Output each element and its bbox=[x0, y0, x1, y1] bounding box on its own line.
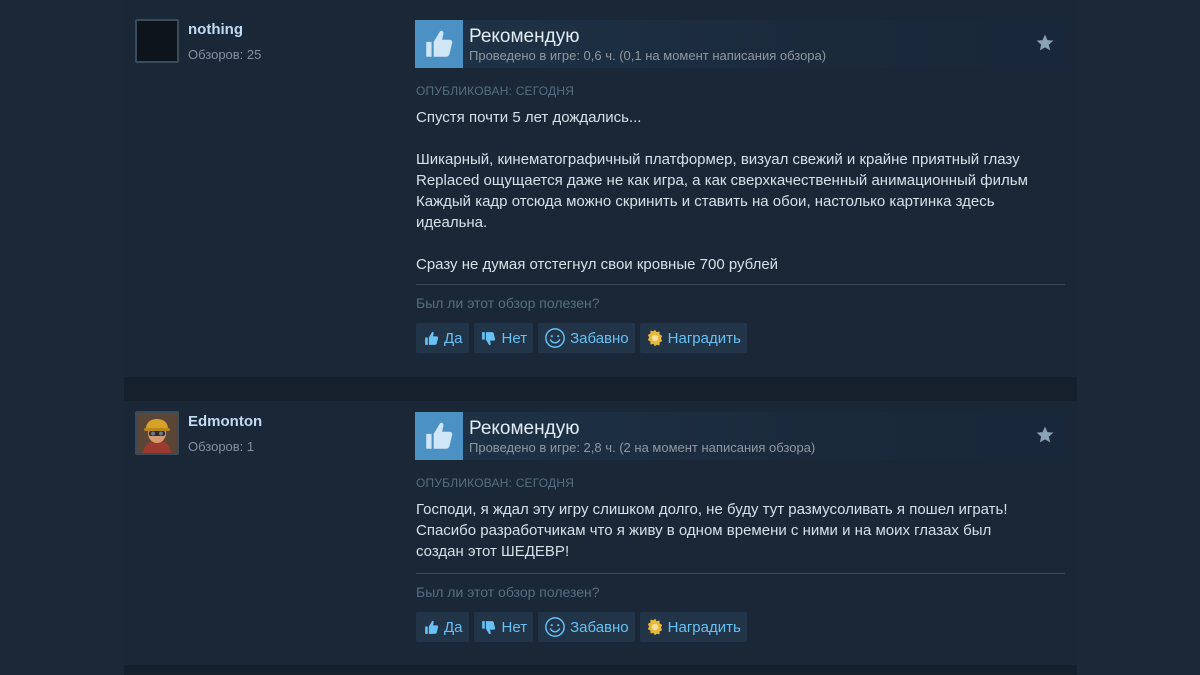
smiley-icon bbox=[544, 616, 566, 638]
star-icon[interactable] bbox=[1035, 33, 1055, 53]
review-line: Replaced ощущается даже не как игра, а к… bbox=[416, 172, 1028, 189]
thumbs-down-icon bbox=[480, 618, 498, 636]
funny-button[interactable]: Забавно bbox=[538, 323, 635, 353]
funny-label: Забавно bbox=[570, 329, 629, 347]
yes-label: Да bbox=[444, 618, 463, 636]
thumbs-up-icon bbox=[426, 422, 453, 449]
vote-header: Рекомендую Проведено в игре: 2,8 ч. (2 н… bbox=[415, 412, 1065, 460]
divider bbox=[416, 573, 1065, 574]
review-body: Спустя почти 5 лет дождались... Шикарный… bbox=[416, 107, 1066, 275]
thumbs-up-icon bbox=[422, 618, 440, 636]
review-line: Господи, я ждал эту игру слишком долго, … bbox=[416, 501, 1008, 518]
divider bbox=[416, 284, 1065, 285]
review-line: идеальна. bbox=[416, 214, 488, 231]
helpful-question: Был ли этот обзор полезен? bbox=[416, 584, 600, 600]
award-icon bbox=[646, 618, 664, 636]
review-line: Спасибо разработчикам что я живу в одном… bbox=[416, 522, 992, 539]
rating-buttons: Да Нет Забавно Наградить bbox=[416, 323, 747, 353]
username[interactable]: Edmonton bbox=[188, 413, 262, 430]
hours-played: Проведено в игре: 2,8 ч. (2 на момент на… bbox=[469, 440, 816, 455]
avatar-engineer-image bbox=[137, 413, 177, 453]
posted-date: ОПУБЛИКОВАН: СЕГОДНЯ bbox=[416, 84, 575, 98]
award-button[interactable]: Наградить bbox=[639, 612, 747, 642]
award-icon bbox=[646, 329, 664, 347]
helpful-question: Был ли этот обзор полезен? bbox=[416, 295, 600, 311]
no-button[interactable]: Нет bbox=[473, 612, 534, 642]
thumbs-up-icon bbox=[422, 329, 440, 347]
smiley-icon bbox=[544, 327, 566, 349]
yes-button[interactable]: Да bbox=[416, 323, 469, 353]
no-label: Нет bbox=[501, 329, 528, 347]
review-card: Edmonton Обзоров: 1 Рекомендую Проведено… bbox=[124, 401, 1077, 665]
funny-button[interactable]: Забавно bbox=[538, 612, 635, 642]
thumbs-down-icon bbox=[480, 329, 498, 347]
review-separator bbox=[124, 377, 1077, 401]
rating-buttons: Да Нет Забавно Наградить bbox=[416, 612, 747, 642]
vote-header: Рекомендую Проведено в игре: 0,6 ч. (0,1… bbox=[415, 20, 1065, 68]
thumbs-up-badge bbox=[415, 20, 463, 68]
star-icon[interactable] bbox=[1035, 425, 1055, 445]
review-card: nothing Обзоров: 25 Рекомендую Проведено… bbox=[124, 0, 1077, 377]
posted-date: ОПУБЛИКОВАН: СЕГОДНЯ bbox=[416, 476, 575, 490]
review-line: создан этот ШЕДЕВР! bbox=[416, 543, 570, 560]
award-button[interactable]: Наградить bbox=[639, 323, 747, 353]
review-body: Господи, я ждал эту игру слишком долго, … bbox=[416, 499, 1066, 562]
thumbs-up-icon bbox=[426, 30, 453, 57]
review-count[interactable]: Обзоров: 1 bbox=[188, 439, 254, 454]
funny-label: Забавно bbox=[570, 618, 629, 636]
username[interactable]: nothing bbox=[188, 21, 243, 38]
review-line: Сразу не думая отстегнул свои кровные 70… bbox=[416, 256, 779, 273]
review-line: Каждый кадр отсюда можно скринить и став… bbox=[416, 193, 995, 210]
award-label: Наградить bbox=[667, 618, 741, 636]
yes-button[interactable]: Да bbox=[416, 612, 469, 642]
review-line: Спустя почти 5 лет дождались... bbox=[416, 109, 642, 126]
avatar[interactable] bbox=[135, 19, 179, 63]
verdict-title[interactable]: Рекомендую bbox=[469, 26, 579, 48]
review-count[interactable]: Обзоров: 25 bbox=[188, 47, 261, 62]
review-line: Шикарный, кинематографичный платформер, … bbox=[416, 151, 1020, 168]
award-label: Наградить bbox=[667, 329, 741, 347]
avatar[interactable] bbox=[135, 411, 179, 455]
yes-label: Да bbox=[444, 329, 463, 347]
hours-played: Проведено в игре: 0,6 ч. (0,1 на момент … bbox=[469, 48, 827, 63]
no-label: Нет bbox=[501, 618, 528, 636]
no-button[interactable]: Нет bbox=[473, 323, 534, 353]
verdict-title[interactable]: Рекомендую bbox=[469, 418, 579, 440]
reviews-column: nothing Обзоров: 25 Рекомендую Проведено… bbox=[124, 0, 1077, 675]
thumbs-up-badge bbox=[415, 412, 463, 460]
